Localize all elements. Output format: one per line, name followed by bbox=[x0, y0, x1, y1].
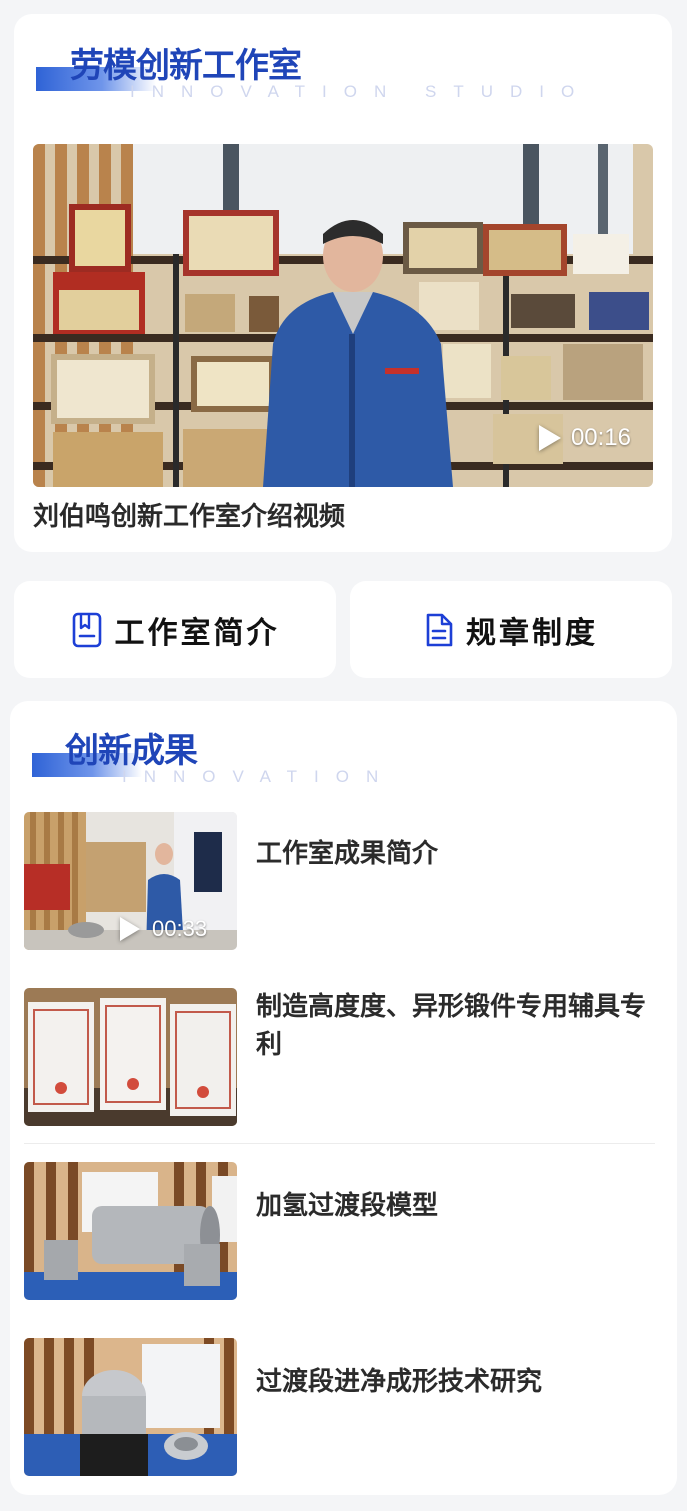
studio-card: 劳模创新工作室 INNOVATION STUDIO 00:16 刘伯鸣创新工作室… bbox=[14, 14, 672, 552]
play-icon[interactable] bbox=[538, 425, 561, 451]
achievement-video-thumbnail[interactable]: 00:33 bbox=[24, 812, 237, 950]
video-duration: 00:33 bbox=[152, 916, 208, 941]
studio-title: 劳模创新工作室 bbox=[70, 46, 302, 86]
studio-intro-label: 工作室简介 bbox=[114, 615, 280, 651]
studio-subtitle: INNOVATION STUDIO bbox=[130, 82, 592, 101]
video-title[interactable]: 刘伯鸣创新工作室介绍视频 bbox=[33, 496, 345, 533]
video-play-overlay[interactable]: 00:33 bbox=[120, 916, 207, 942]
achievement-title: 制造高度度、异形锻件专用辅具专利 bbox=[256, 992, 647, 1060]
achievements-subtitle: INNOVATION bbox=[122, 767, 396, 786]
bookmark-doc-icon bbox=[71, 612, 103, 648]
achievements-section-header: 创新成果 INNOVATION bbox=[10, 701, 677, 797]
achievement-thumbnail[interactable] bbox=[24, 988, 237, 1126]
studio-intro-button[interactable]: 工作室简介 bbox=[14, 581, 336, 678]
studio-video-player[interactable]: 00:16 bbox=[33, 144, 653, 487]
video-duration: 00:16 bbox=[570, 424, 631, 451]
achievement-thumbnail[interactable] bbox=[24, 1162, 237, 1300]
list-item[interactable]: 制造高度度、异形锻件专用辅具专利 bbox=[24, 988, 655, 1128]
list-divider bbox=[24, 1143, 655, 1144]
achievement-thumbnail[interactable] bbox=[24, 1338, 237, 1476]
regulations-label: 规章制度 bbox=[466, 615, 598, 651]
thumbnail-image bbox=[24, 1338, 237, 1476]
regulations-button[interactable]: 规章制度 bbox=[350, 581, 672, 678]
achievement-title: 工作室成果简介 bbox=[256, 839, 439, 869]
achievements-card: 创新成果 INNOVATION 00:33 工作室成果简介 制造高度度、异形锻件… bbox=[10, 701, 677, 1495]
list-item[interactable]: 加氢过渡段模型 bbox=[24, 1162, 655, 1302]
achievement-title: 加氢过渡段模型 bbox=[256, 1191, 439, 1221]
list-item[interactable]: 00:33 工作室成果简介 bbox=[24, 812, 655, 952]
play-icon[interactable] bbox=[120, 917, 140, 941]
studio-section-header: 劳模创新工作室 INNOVATION STUDIO bbox=[14, 14, 672, 124]
thumbnail-image bbox=[24, 988, 237, 1126]
achievements-title: 创新成果 bbox=[65, 731, 198, 771]
video-play-overlay[interactable]: 00:16 bbox=[538, 424, 631, 452]
thumbnail-image bbox=[24, 1162, 237, 1300]
document-icon bbox=[424, 612, 454, 648]
list-item[interactable]: 过渡段进净成形技术研究 bbox=[24, 1338, 655, 1478]
achievement-title: 过渡段进净成形技术研究 bbox=[256, 1367, 543, 1397]
